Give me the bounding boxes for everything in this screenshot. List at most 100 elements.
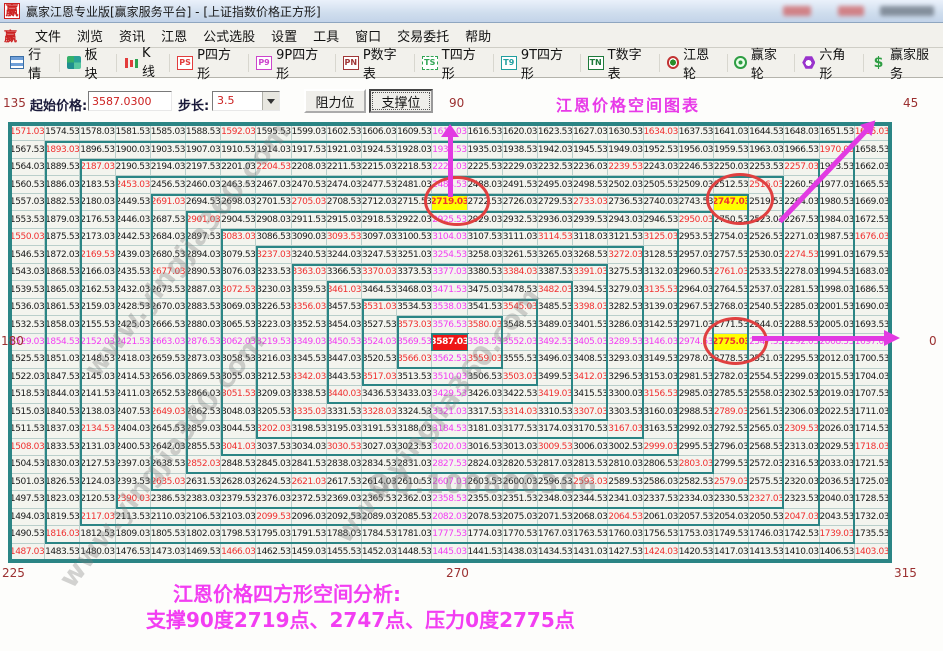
grid-cell-r6c4: 2684.03 — [151, 229, 186, 246]
toolbar-button-6[interactable]: TST四方形 — [418, 42, 490, 84]
grid-cell-r5c0: 1553.53 — [10, 211, 45, 228]
grid-cell-r11c10: 3527.53 — [362, 316, 397, 333]
grid-cell-r7c22: 2274.53 — [784, 246, 819, 263]
grid-cell-r17c9: 3195.03 — [327, 421, 362, 438]
grid-cell-r0c7: 1595.53 — [256, 124, 291, 141]
start-price-input[interactable] — [88, 91, 172, 111]
toolbar-separator — [169, 54, 170, 72]
grid-cell-r17c13: 3181.03 — [468, 421, 503, 438]
toolbar-button-5[interactable]: PNP数字表 — [339, 42, 411, 84]
grid-cell-r19c0: 1504.53 — [10, 456, 45, 473]
grid-cell-r18c10: 3027.03 — [362, 439, 397, 456]
toolbar-button-4[interactable]: P99P四方形 — [252, 42, 332, 84]
grid-cell-r8c6: 3076.03 — [221, 264, 256, 281]
grid-cell-r9c16: 3394.53 — [573, 281, 608, 298]
grid-cell-r7c8: 3240.53 — [292, 246, 327, 263]
grid-cell-r20c5: 2631.53 — [186, 474, 221, 491]
grid-cell-r21c13: 2355.03 — [468, 491, 503, 508]
grid-cell-r16c0: 1515.03 — [10, 404, 45, 421]
grid-cell-r22c10: 2089.03 — [362, 509, 397, 526]
grid-cell-r19c10: 2834.53 — [362, 456, 397, 473]
grid-cell-r2c15: 2232.53 — [538, 159, 573, 176]
grid-cell-r7c17: 3272.03 — [608, 246, 643, 263]
step-dropdown[interactable]: 3.5 — [212, 91, 280, 111]
grid-cell-r15c0: 1518.53 — [10, 386, 45, 403]
grid-cell-r6c20: 2754.03 — [714, 229, 749, 246]
grid-cell-r8c19: 2960.53 — [679, 264, 714, 281]
toolbar-button-9[interactable]: 江恩轮 — [663, 42, 724, 84]
grid-cell-r23c7: 1795.03 — [256, 526, 291, 543]
grid-cell-r10c20: 2768.03 — [714, 299, 749, 316]
toolbar-button-0[interactable]: 行情 — [6, 42, 56, 84]
grid-cell-r22c0: 1494.03 — [10, 509, 45, 526]
grid-cell-r7c12: 3254.53 — [432, 246, 467, 263]
toolbar-button-3[interactable]: PSP四方形 — [173, 42, 245, 84]
grid-cell-r8c9: 3366.53 — [327, 264, 362, 281]
grid-cell-r0c5: 1588.53 — [186, 124, 221, 141]
grid-cell-r24c0: 1487.03 — [10, 544, 45, 561]
grid-cell-r15c21: 2558.03 — [749, 386, 784, 403]
chevron-down-icon[interactable] — [262, 92, 279, 110]
grid-cell-r20c23: 2036.53 — [820, 474, 855, 491]
grid-cell-r0c14: 1620.03 — [503, 124, 538, 141]
grid-cell-r0c9: 1602.53 — [327, 124, 362, 141]
grid-cell-r4c16: 2733.03 — [573, 194, 608, 211]
grid-cell-r12c2: 2152.03 — [80, 334, 115, 351]
toolbar-label-4: 9P四方形 — [276, 44, 328, 82]
grid-cell-r17c3: 2404.03 — [116, 421, 151, 438]
grid-cell-r22c2: 2117.03 — [80, 509, 115, 526]
resistance-button[interactable]: 阻力位 — [304, 89, 366, 113]
toolbar-button-11[interactable]: 六角形 — [798, 42, 860, 84]
toolbar-button-8[interactable]: TNT数字表 — [584, 42, 656, 84]
grid-cell-r4c13: 2722.53 — [468, 194, 503, 211]
grid-cell-r18c21: 2568.53 — [749, 439, 784, 456]
grid-cell-r5c5: 2901.03 — [186, 211, 221, 228]
grid-cell-r1c18: 1952.53 — [644, 141, 679, 158]
grid-cell-r10c21: 2540.53 — [749, 299, 784, 316]
grid-cell-r9c22: 2281.53 — [784, 281, 819, 298]
grid-cell-r6c2: 2173.03 — [80, 229, 115, 246]
grid-cell-r4c4: 2691.03 — [151, 194, 186, 211]
grid-cell-r17c5: 2859.03 — [186, 421, 221, 438]
grid-cell-r22c18: 2061.03 — [644, 509, 679, 526]
grid-cell-r10c19: 2967.53 — [679, 299, 714, 316]
grid-cell-r9c2: 2162.53 — [80, 281, 115, 298]
grid-cell-r5c12: 2925.53 — [432, 211, 467, 228]
grid-cell-r5c10: 2918.53 — [362, 211, 397, 228]
toolbar-button-7[interactable]: T99T四方形 — [497, 42, 577, 84]
grid-cell-r17c21: 2565.03 — [749, 421, 784, 438]
grid-cell-r11c6: 3065.53 — [221, 316, 256, 333]
grid-cell-r11c3: 2425.03 — [116, 316, 151, 333]
toolbar: 行情板块K线PSP四方形P99P四方形PNP数字表TST四方形T99T四方形TN… — [0, 48, 943, 78]
support-button[interactable]: 支撑位 — [369, 89, 433, 113]
grid-cell-r19c18: 2806.53 — [644, 456, 679, 473]
grid-cell-r9c21: 2537.03 — [749, 281, 784, 298]
grid-cell-r5c2: 2176.53 — [80, 211, 115, 228]
grid-cell-r4c8: 2705.03 — [292, 194, 327, 211]
grid-cell-r17c7: 3202.03 — [256, 421, 291, 438]
grid-cell-r16c20: 2789.03 — [714, 404, 749, 421]
grid-cell-r18c0: 1508.03 — [10, 439, 45, 456]
grid-cell-r16c11: 3324.53 — [397, 404, 432, 421]
toolbar-label-2: K线 — [142, 46, 162, 80]
grid-cell-r5c14: 2932.53 — [503, 211, 538, 228]
grid-cell-r1c3: 1900.03 — [116, 141, 151, 158]
grid-cell-r17c19: 2992.03 — [679, 421, 714, 438]
grid-cell-r11c0: 1532.53 — [10, 316, 45, 333]
toolbar-label-7: 9T四方形 — [521, 44, 573, 82]
grid-cell-r15c7: 3209.03 — [256, 386, 291, 403]
grid-cell-r24c10: 1452.03 — [362, 544, 397, 561]
grid-cell-r2c14: 2229.03 — [503, 159, 538, 176]
toolbar-separator — [863, 54, 864, 72]
toolbar-button-10[interactable]: 赢家轮 — [730, 42, 791, 84]
grid-cell-r22c6: 2103.03 — [221, 509, 256, 526]
toolbar-button-12[interactable]: $赢家服务 — [867, 42, 943, 84]
grid-cell-r9c0: 1539.53 — [10, 281, 45, 298]
grid-cell-r21c15: 2348.03 — [538, 491, 573, 508]
grid-cell-r14c2: 2145.03 — [80, 369, 115, 386]
grid-cell-r24c11: 1448.53 — [397, 544, 432, 561]
grid-cell-r8c8: 3363.03 — [292, 264, 327, 281]
toolbar-button-1[interactable]: 板块 — [63, 42, 113, 84]
grid-cell-r14c9: 3443.53 — [327, 369, 362, 386]
toolbar-button-2[interactable]: K线 — [120, 44, 166, 82]
